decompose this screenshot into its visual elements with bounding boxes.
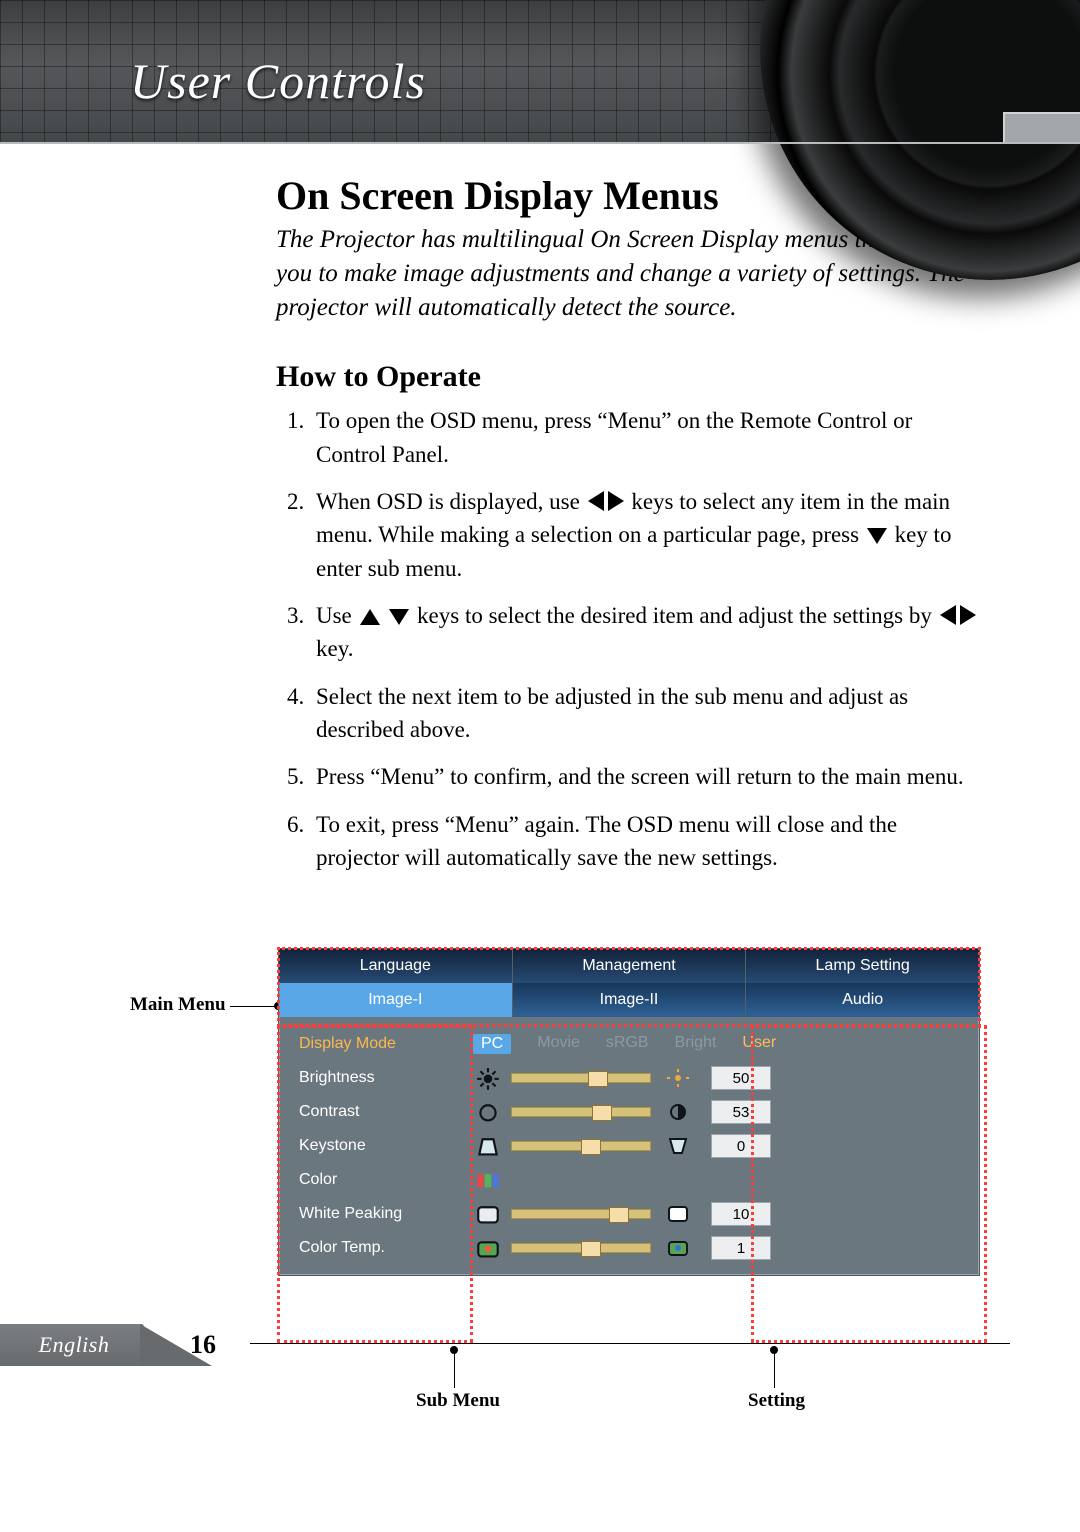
tab-audio[interactable]: Audio	[745, 983, 979, 1017]
header-underline	[0, 142, 1080, 144]
sub-menu-label: Sub Menu	[416, 1390, 500, 1412]
color-temp-cool-icon	[667, 1239, 689, 1257]
tab-lamp-setting[interactable]: Lamp Setting	[745, 949, 979, 983]
mode-movie[interactable]: Movie	[537, 1034, 580, 1054]
step-6: To exit, press “Menu” again. The OSD men…	[310, 808, 982, 875]
tab-row-bottom: Image-I Image-II Audio	[279, 983, 979, 1017]
mode-pc[interactable]: PC	[473, 1034, 511, 1054]
section-title: User Controls	[130, 52, 426, 110]
row-white-peaking[interactable]: White Peaking 10	[299, 1197, 969, 1231]
left-arrow-icon	[940, 605, 956, 625]
white-peak-high-icon	[667, 1205, 689, 1223]
osd-panel: Language Management Lamp Setting Image-I…	[278, 948, 980, 1276]
up-arrow-icon	[360, 609, 380, 625]
keystone-wide-icon	[667, 1137, 689, 1155]
page-number: 16	[190, 1330, 216, 1360]
step-2: When OSD is displayed, use keys to selec…	[310, 485, 982, 585]
color-temp-value: 1	[711, 1236, 771, 1260]
row-color-temp[interactable]: Color Temp. 1	[299, 1231, 969, 1265]
row-contrast[interactable]: Contrast 53	[299, 1095, 969, 1129]
white-peaking-value: 10	[711, 1202, 771, 1226]
mode-user[interactable]: User	[742, 1034, 776, 1054]
mode-srgb[interactable]: sRGB	[606, 1034, 649, 1054]
osd-body: Display Mode PC Movie sRGB Bright User B…	[279, 1017, 979, 1275]
brightness-minus-icon	[475, 1068, 501, 1088]
step-1: To open the OSD menu, press “Menu” on th…	[310, 404, 982, 471]
page-header: User Controls	[0, 0, 1080, 142]
white-peak-low-icon	[475, 1204, 501, 1224]
color-temp-warm-icon	[475, 1238, 501, 1258]
keystone-narrow-icon	[475, 1136, 501, 1156]
steps-list: To open the OSD menu, press “Menu” on th…	[276, 404, 982, 874]
left-arrow-icon	[588, 491, 604, 511]
contrast-value: 53	[711, 1100, 771, 1124]
keystone-value: 0	[711, 1134, 771, 1158]
step-3: Use keys to select the desired item and …	[310, 599, 982, 666]
tab-row-top: Language Management Lamp Setting	[279, 949, 979, 983]
row-color[interactable]: Color	[299, 1163, 969, 1197]
mode-bright[interactable]: Bright	[675, 1034, 717, 1054]
row-keystone[interactable]: Keystone 0	[299, 1129, 969, 1163]
tab-image-2[interactable]: Image-II	[512, 983, 746, 1017]
contrast-low-icon	[475, 1102, 501, 1122]
right-arrow-icon	[960, 605, 976, 625]
row-display-mode[interactable]: Display Mode PC Movie sRGB Bright User	[299, 1027, 969, 1061]
step-5: Press “Menu” to confirm, and the screen …	[310, 760, 982, 793]
main-menu-label: Main Menu	[130, 994, 226, 1016]
down-arrow-icon	[389, 609, 409, 625]
footer-rule	[250, 1343, 1010, 1344]
tab-language[interactable]: Language	[279, 949, 512, 983]
language-tab: English	[0, 1324, 148, 1366]
page-footer: English 16	[0, 1312, 1080, 1366]
tab-management[interactable]: Management	[512, 949, 746, 983]
right-arrow-icon	[608, 491, 624, 511]
down-arrow-icon	[867, 528, 887, 544]
subsection-title: How to Operate	[276, 360, 982, 394]
row-brightness[interactable]: Brightness 50	[299, 1061, 969, 1095]
tab-image-1[interactable]: Image-I	[279, 983, 512, 1017]
setting-label: Setting	[748, 1390, 805, 1412]
osd-diagram: Main Menu Language Management Lamp Setti…	[130, 948, 1010, 1276]
contrast-high-icon	[667, 1103, 689, 1121]
step-4: Select the next item to be adjusted in t…	[310, 680, 982, 747]
color-icon	[475, 1170, 501, 1190]
brightness-plus-icon	[667, 1069, 689, 1087]
header-corner-block	[1003, 112, 1080, 142]
brightness-value: 50	[711, 1066, 771, 1090]
